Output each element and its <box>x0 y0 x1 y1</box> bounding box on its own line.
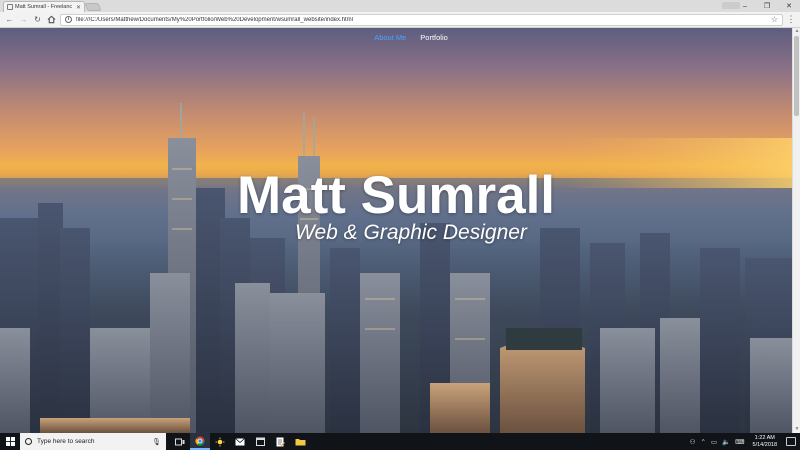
people-icon[interactable]: ⚇ <box>690 438 696 446</box>
system-tray: ⚇ ⌃ ▭ 🔈 ⌨ 1:22 AM 5/14/2018 <box>690 435 800 448</box>
windows-taskbar: Type here to search 🎙 ⚇ ⌃ ▭ 🔈 ⌨ 1:22 AM … <box>0 433 800 450</box>
browser-toolbar: ← → ↻ i file:///C:/Users/Matthew/Documen… <box>0 12 800 28</box>
minimize-icon[interactable]: – <box>734 0 756 12</box>
url-text: file:///C:/Users/Matthew/Documents/My%20… <box>76 16 353 23</box>
page-favicon-icon <box>7 4 13 10</box>
weather-app-icon[interactable] <box>210 433 230 450</box>
close-window-icon[interactable]: ✕ <box>778 0 800 12</box>
site-nav: About Me Portfolio <box>0 33 792 42</box>
network-icon[interactable]: ▭ <box>711 438 717 446</box>
taskbar-clock[interactable]: 1:22 AM 5/14/2018 <box>753 435 777 448</box>
tab-title: Matt Sumrall - Freelanc <box>15 4 73 10</box>
forward-icon[interactable]: → <box>18 14 29 25</box>
taskbar-search-box[interactable]: Type here to search 🎙 <box>20 433 166 450</box>
scroll-down-icon[interactable]: ▼ <box>793 426 800 433</box>
back-icon[interactable]: ← <box>4 14 15 25</box>
keyboard-icon[interactable]: ⌨ <box>735 438 744 446</box>
bookmark-star-icon[interactable]: ☆ <box>771 15 778 24</box>
clock-date: 5/14/2018 <box>752 441 777 448</box>
scroll-up-icon[interactable]: ▲ <box>793 28 800 35</box>
restore-icon[interactable]: ❐ <box>756 0 778 12</box>
browser-titlebar: Matt Sumrall - Freelanc ✕ – ❐ ✕ <box>0 0 800 12</box>
calendar-icon[interactable] <box>250 433 270 450</box>
action-center-icon[interactable] <box>786 437 796 446</box>
page-scrollbar[interactable]: ▲ ▼ <box>792 28 800 433</box>
chrome-taskbar-icon[interactable] <box>190 433 210 450</box>
browser-menu-icon[interactable]: ⋮ <box>786 15 796 24</box>
browser-tab[interactable]: Matt Sumrall - Freelanc ✕ <box>3 1 85 12</box>
new-tab-button[interactable] <box>84 3 102 11</box>
volume-icon[interactable]: 🔈 <box>722 438 730 446</box>
cortana-icon <box>25 438 32 445</box>
hero-subtitle: Web & Graphic Designer <box>295 221 527 244</box>
taskbar-apps <box>170 433 310 450</box>
address-bar[interactable]: i file:///C:/Users/Matthew/Documents/My%… <box>60 13 783 26</box>
hero: Matt Sumrall Web & Graphic Designer <box>0 166 792 244</box>
file-explorer-icon[interactable] <box>290 433 310 450</box>
nav-link-about-me[interactable]: About Me <box>374 33 406 42</box>
page-viewport: About Me Portfolio Matt Sumrall Web & Gr… <box>0 28 792 433</box>
close-tab-icon[interactable]: ✕ <box>76 4 81 11</box>
hero-name: Matt Sumrall <box>236 166 556 225</box>
nav-link-portfolio[interactable]: Portfolio <box>420 33 448 42</box>
home-icon[interactable] <box>46 14 57 25</box>
reload-icon[interactable]: ↻ <box>32 14 43 25</box>
clock-time: 1:22 AM <box>754 435 775 441</box>
notes-app-icon[interactable] <box>270 433 290 450</box>
scroll-thumb[interactable] <box>794 36 799 116</box>
mail-icon[interactable] <box>230 433 250 450</box>
window-controls: – ❐ ✕ <box>734 0 800 12</box>
tray-chevron-icon[interactable]: ⌃ <box>700 438 705 446</box>
microphone-icon[interactable]: 🎙 <box>152 438 161 446</box>
taskbar-search-placeholder: Type here to search <box>37 438 95 445</box>
info-icon[interactable]: i <box>65 16 72 23</box>
task-view-icon[interactable] <box>170 433 190 450</box>
windows-start-icon[interactable] <box>0 433 20 450</box>
